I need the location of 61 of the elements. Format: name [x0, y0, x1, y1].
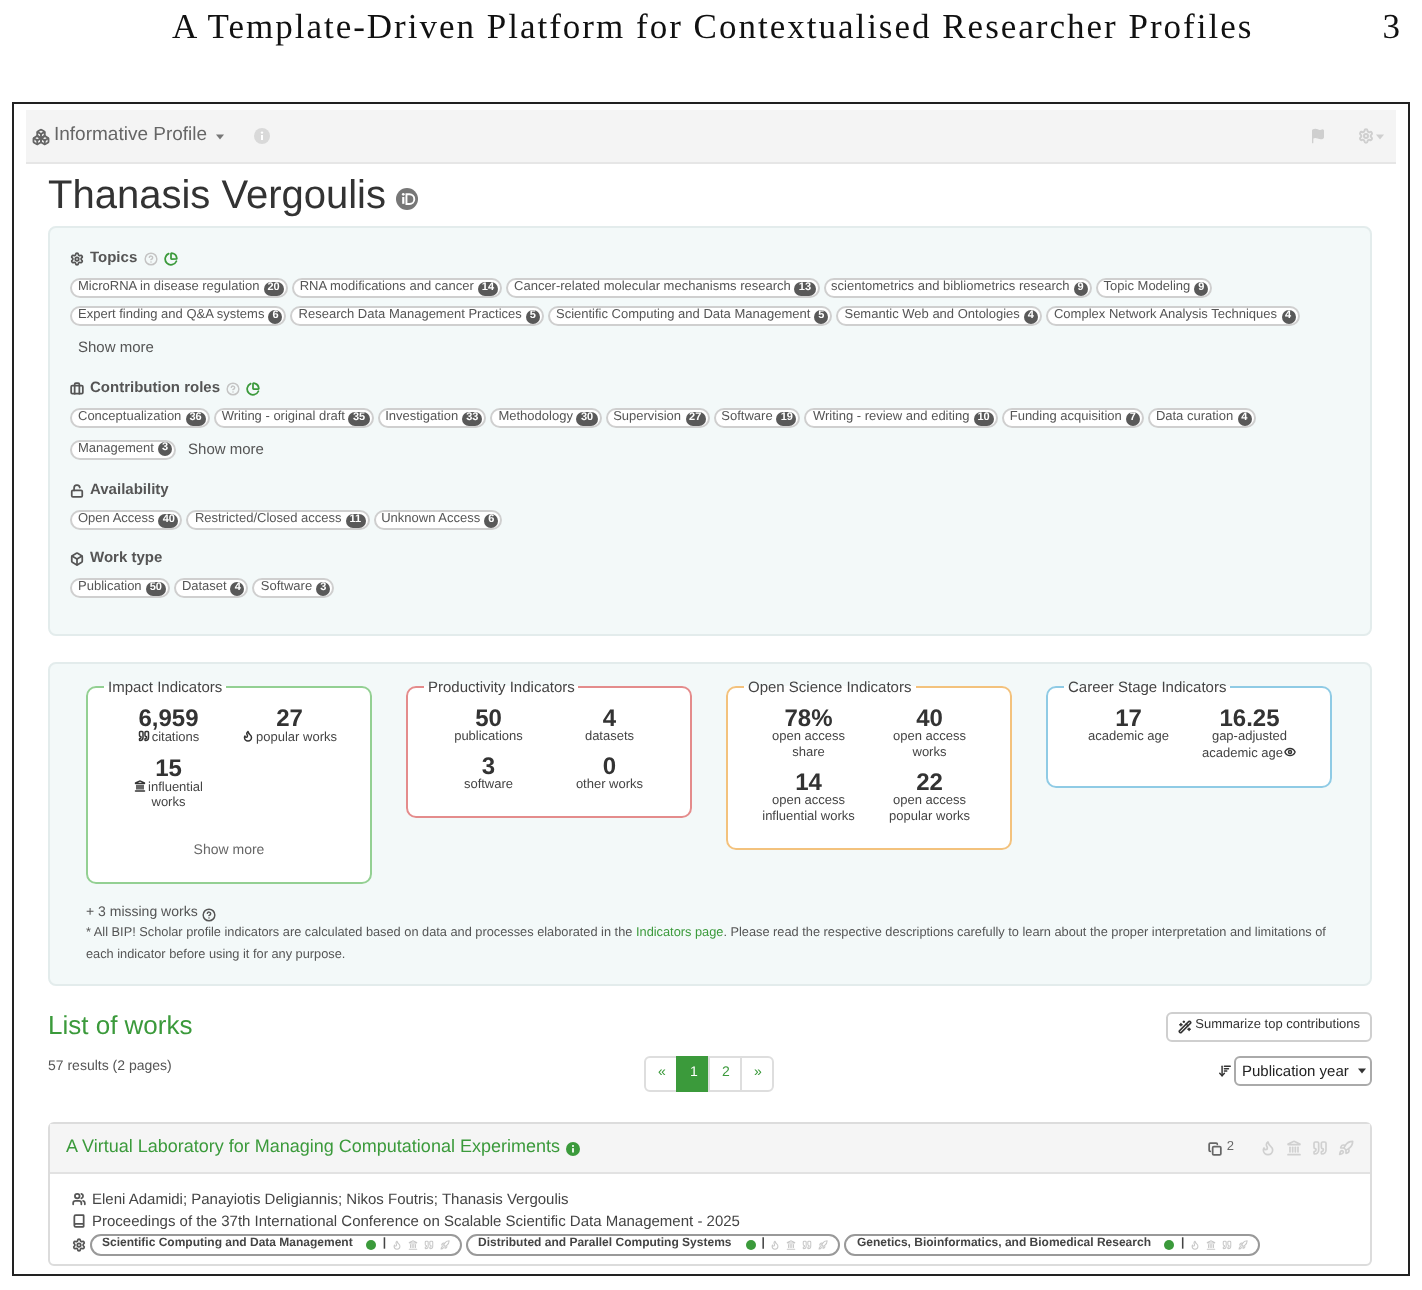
flame-icon[interactable] — [1190, 1239, 1201, 1249]
quote-icon[interactable] — [1222, 1239, 1233, 1249]
gear-icon — [72, 1237, 86, 1251]
eye-icon[interactable] — [1284, 746, 1297, 758]
running-title: A Template-Driven Platform for Contextualised Researcher Profiles — [172, 4, 1254, 48]
flame-icon — [242, 730, 255, 742]
metric-value: 16.25 — [1219, 708, 1280, 730]
help-icon[interactable] — [201, 907, 216, 921]
metric-value: 78% — [784, 708, 833, 730]
section-heading: List of works — [48, 1010, 193, 1042]
pie-chart-icon[interactable] — [163, 251, 178, 265]
bank-building-icon — [134, 779, 147, 791]
briefcase-icon — [70, 381, 84, 395]
bank-building-icon[interactable] — [1206, 1239, 1217, 1249]
settings-icon — [1358, 128, 1374, 144]
open-padlock-icon — [70, 483, 84, 497]
caret-icon — [215, 133, 224, 139]
cube-icon — [70, 551, 84, 565]
profile-name: Thanasis Vergoulis — [48, 171, 386, 221]
metric-value: 0 — [602, 756, 617, 778]
info-icon[interactable] — [253, 128, 270, 144]
pie-chart-icon[interactable] — [246, 381, 260, 395]
rocket-icon[interactable] — [1338, 1140, 1354, 1156]
id-badge-icon[interactable] — [395, 187, 418, 209]
bank-building-icon[interactable] — [408, 1239, 419, 1249]
caret-icon — [1376, 133, 1384, 139]
copies-icon[interactable] — [1208, 1141, 1223, 1155]
rocket-icon[interactable] — [818, 1239, 829, 1249]
quote-icon[interactable] — [1312, 1140, 1328, 1156]
people-icon — [72, 1192, 86, 1206]
settings-menu[interactable] — [1358, 128, 1384, 144]
gear-icon — [70, 251, 84, 265]
flame-icon[interactable] — [770, 1239, 781, 1249]
cubes-icon — [32, 127, 50, 145]
quote-icon[interactable] — [424, 1239, 435, 1249]
metric-value: 4 — [602, 708, 617, 730]
page-number: 3 — [1382, 4, 1400, 48]
metric-value: 15 — [155, 757, 182, 779]
metric-value: 3 — [481, 756, 496, 778]
sort-icon — [1218, 1064, 1232, 1078]
rocket-icon[interactable] — [440, 1239, 451, 1249]
info-icon[interactable] — [565, 1141, 580, 1155]
flag-icon[interactable] — [1310, 128, 1326, 144]
metric-value: 27 — [276, 708, 303, 730]
metric-value: 14 — [795, 772, 822, 794]
flame-icon[interactable] — [1260, 1140, 1276, 1156]
book-icon — [72, 1214, 86, 1228]
profile-menu[interactable]: Informative Profile — [32, 121, 224, 151]
metric-value: 50 — [475, 708, 502, 730]
metric-value: 22 — [916, 772, 943, 794]
metric-value: 17 — [1115, 708, 1142, 730]
chevron-icon — [1358, 1068, 1366, 1074]
bank-building-icon[interactable] — [786, 1239, 797, 1249]
quote-icon — [137, 730, 150, 742]
quote-icon[interactable] — [802, 1239, 813, 1249]
magic-wand-icon — [1177, 1019, 1192, 1033]
flame-icon[interactable] — [392, 1239, 403, 1249]
rocket-icon[interactable] — [1238, 1239, 1249, 1249]
metric-value: 40 — [916, 708, 943, 730]
metric-value: 6,959 — [138, 708, 199, 730]
bank-building-icon[interactable] — [1286, 1140, 1302, 1156]
